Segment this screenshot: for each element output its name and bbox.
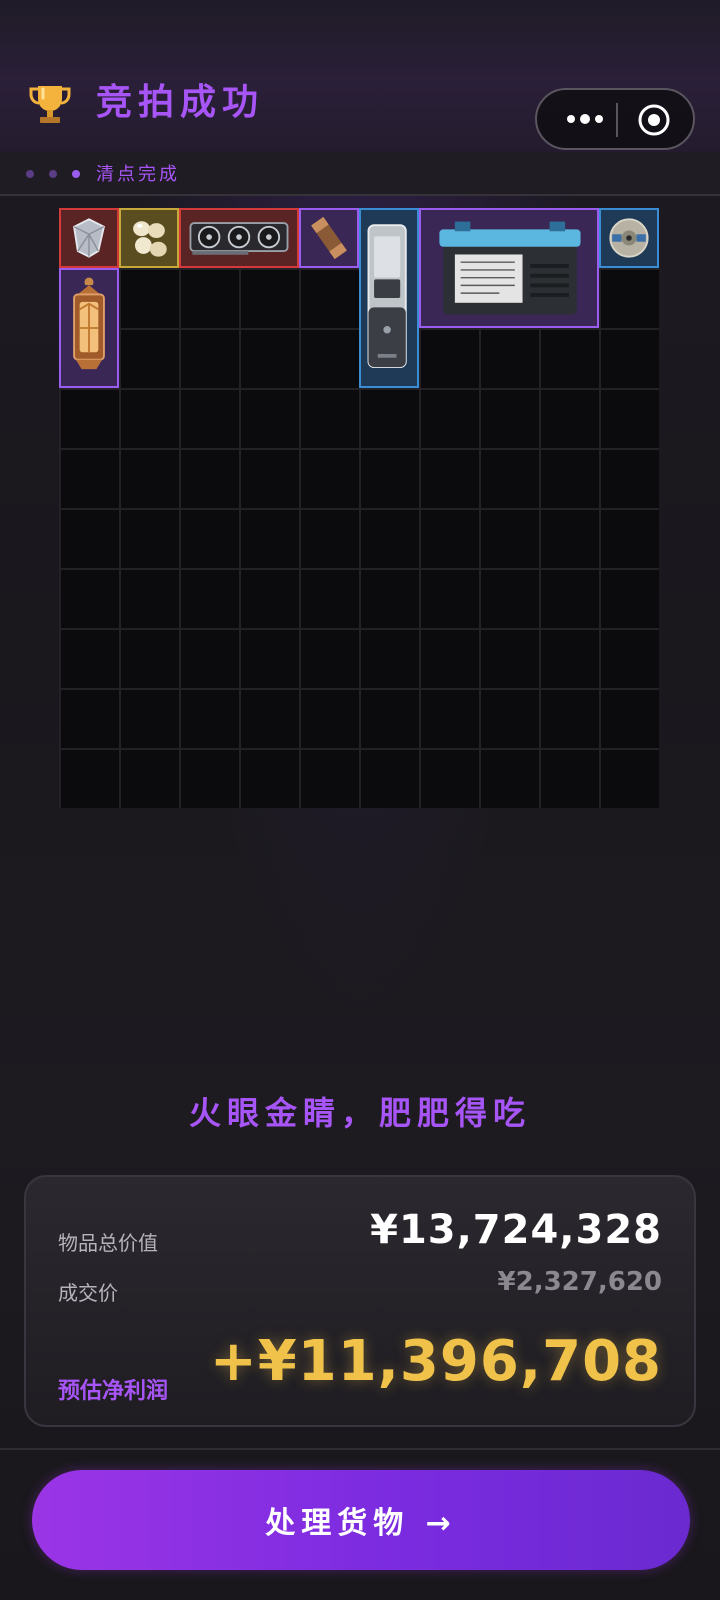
inventory-item-car-battery[interactable] bbox=[419, 208, 599, 328]
more-dots-icon[interactable] bbox=[555, 90, 615, 148]
bottom-divider bbox=[0, 1448, 720, 1450]
progress-dot-active bbox=[72, 170, 80, 178]
inventory-item-chocolate-bar[interactable] bbox=[299, 208, 359, 268]
trophy-icon bbox=[29, 86, 71, 123]
slogan-text: 火眼金睛，肥肥得吃 bbox=[188, 1094, 531, 1132]
capsule-divider bbox=[616, 103, 618, 137]
inventory-grid bbox=[59, 208, 659, 808]
status-bar: 清点完成 bbox=[0, 152, 720, 196]
process-goods-button[interactable]: 处理货物 → bbox=[32, 1470, 690, 1570]
graphics-card-icon bbox=[189, 222, 289, 255]
page-title: 竞拍成功 bbox=[96, 82, 265, 123]
inventory-item-power-bank[interactable] bbox=[359, 208, 419, 388]
summary-card: 物品总价值 ¥13,724,328 成交价 ¥2,327,620 预估净利润 +… bbox=[24, 1175, 696, 1427]
inventory-item-diamond[interactable] bbox=[59, 208, 119, 268]
power-bank-icon bbox=[367, 224, 407, 368]
top-header: 竞拍成功 bbox=[0, 0, 720, 154]
deal-price-label: 成交价 bbox=[58, 1281, 118, 1305]
progress-dot bbox=[26, 170, 34, 178]
car-battery-icon bbox=[439, 221, 581, 315]
profit-value: +¥11,396,708 bbox=[209, 1329, 662, 1394]
inventory-item-disc[interactable] bbox=[599, 208, 659, 268]
mini-program-capsule bbox=[535, 88, 695, 150]
inventory-item-pearls[interactable] bbox=[119, 208, 179, 268]
total-value-label: 物品总价值 bbox=[58, 1231, 158, 1255]
lantern-icon bbox=[73, 277, 105, 370]
progress-dots bbox=[26, 170, 80, 178]
progress-dot bbox=[49, 170, 57, 178]
deal-price-value: ¥2,327,620 bbox=[497, 1267, 662, 1297]
total-value: ¥13,724,328 bbox=[370, 1207, 662, 1253]
disc-icon bbox=[609, 218, 649, 258]
inventory-item-lantern[interactable] bbox=[59, 268, 119, 388]
target-circle-icon[interactable] bbox=[637, 103, 671, 137]
status-text: 清点完成 bbox=[96, 164, 180, 185]
chocolate-bar-icon bbox=[311, 216, 347, 260]
inventory-item-graphics-card[interactable] bbox=[179, 208, 299, 268]
profit-label: 预估净利润 bbox=[58, 1379, 169, 1404]
diamond-icon bbox=[73, 218, 106, 258]
pearls-icon bbox=[133, 221, 167, 257]
